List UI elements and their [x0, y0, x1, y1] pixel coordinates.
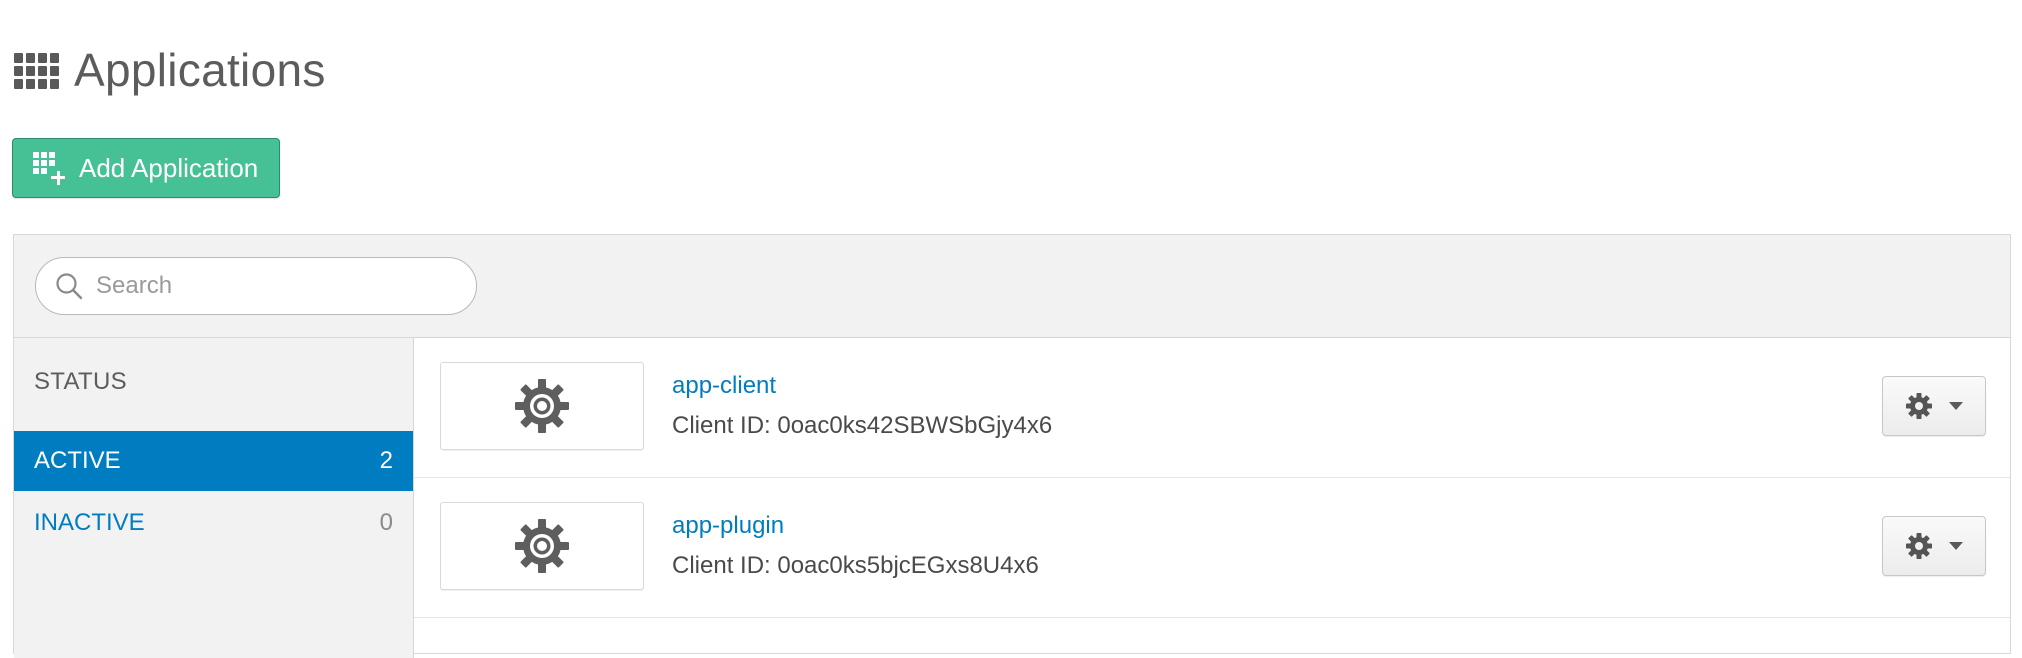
- filter-active[interactable]: ACTIVE 2: [14, 431, 413, 491]
- filter-count: 2: [379, 447, 393, 474]
- page-title: Applications: [74, 44, 326, 96]
- page-header: Applications: [14, 38, 326, 102]
- filter-label: ACTIVE: [34, 447, 121, 474]
- settings-dropdown-button[interactable]: [1882, 516, 1986, 576]
- status-heading: STATUS: [34, 368, 127, 395]
- settings-dropdown-button[interactable]: [1882, 376, 1986, 436]
- chevron-down-icon: [1949, 542, 1963, 550]
- search-box[interactable]: [35, 257, 477, 315]
- search-bar: [14, 235, 2010, 338]
- applications-panel: STATUS ACTIVE 2 INACTIVE 0: [13, 234, 2011, 658]
- app-logo[interactable]: [440, 362, 644, 450]
- filter-count: 0: [379, 509, 393, 536]
- add-application-label: Add Application: [79, 152, 259, 183]
- app-name-link[interactable]: app-plugin: [672, 512, 784, 540]
- list-item: app-client Client ID: 0oac0ks42SBWSbGjy4…: [414, 338, 2010, 478]
- chevron-down-icon: [1949, 402, 1963, 410]
- list-item: app-plugin Client ID: 0oac0ks5bjcEGxs8U4…: [414, 478, 2010, 618]
- client-id: Client ID: 0oac0ks5bjcEGxs8U4x6: [672, 552, 1039, 579]
- search-input[interactable]: [94, 271, 458, 301]
- application-list: app-client Client ID: 0oac0ks42SBWSbGjy4…: [414, 338, 2010, 618]
- app-logo[interactable]: [440, 502, 644, 590]
- gear-icon: [1906, 533, 1932, 559]
- gear-icon: [1906, 393, 1932, 419]
- filter-label: INACTIVE: [34, 509, 145, 536]
- filter-inactive[interactable]: INACTIVE 0: [14, 493, 413, 553]
- gear-icon: [515, 379, 569, 433]
- gear-icon: [515, 519, 569, 573]
- grid-icon: [14, 53, 59, 91]
- status-sidebar: STATUS ACTIVE 2 INACTIVE 0: [14, 338, 414, 658]
- app-name-link[interactable]: app-client: [672, 372, 776, 400]
- search-icon: [56, 273, 83, 300]
- add-application-button[interactable]: Add Application: [12, 138, 280, 198]
- client-id: Client ID: 0oac0ks42SBWSbGjy4x6: [672, 412, 1053, 439]
- add-application-icon: [33, 152, 65, 185]
